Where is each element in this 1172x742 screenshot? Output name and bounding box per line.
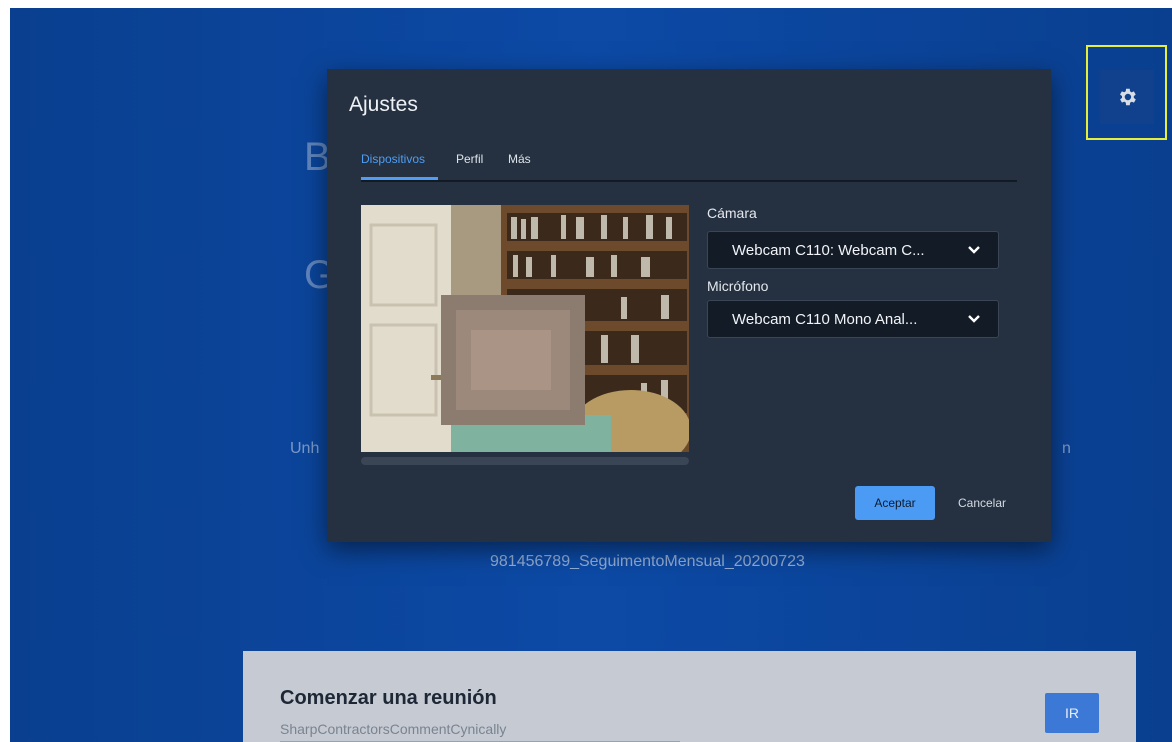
camera-select-value: Webcam C110: Webcam C... — [732, 242, 925, 259]
dialog-title: Ajustes — [349, 93, 418, 116]
microphone-select-value: Webcam C110 Mono Anal... — [732, 311, 918, 328]
room-name-text: 981456789_SeguimentoMensual_20200723 — [490, 553, 805, 570]
settings-dialog: Ajustes Dispositivos Perfil Más Cámara W… — [327, 69, 1051, 542]
tab-devices[interactable]: Dispositivos — [361, 152, 425, 166]
settings-button[interactable] — [1100, 70, 1154, 124]
camera-label: Cámara — [707, 205, 757, 221]
accept-button[interactable]: Aceptar — [855, 486, 935, 520]
microphone-label: Micrófono — [707, 278, 769, 294]
camera-preview-image — [361, 205, 689, 452]
tab-bar: Dispositivos Perfil Más — [361, 152, 1017, 182]
audio-level-bar — [361, 457, 689, 465]
active-tab-indicator — [361, 177, 438, 180]
tab-more[interactable]: Más — [508, 152, 531, 166]
chevron-down-icon — [968, 246, 980, 254]
go-button[interactable]: IR — [1045, 693, 1099, 733]
chevron-down-icon — [968, 315, 980, 323]
background-subtitle-fragment: Unh — [290, 440, 320, 457]
microphone-select[interactable]: Webcam C110 Mono Anal... — [707, 300, 999, 338]
camera-preview — [361, 205, 689, 452]
tab-profile[interactable]: Perfil — [456, 152, 483, 166]
meeting-title: Comenzar una reunión — [280, 687, 497, 709]
start-meeting-panel: Comenzar una reunión SharpContractorsCom… — [243, 651, 1136, 742]
cancel-button[interactable]: Cancelar — [947, 486, 1017, 520]
gear-icon — [1120, 88, 1136, 106]
background-subtitle-fragment: n — [1062, 440, 1071, 457]
camera-select[interactable]: Webcam C110: Webcam C... — [707, 231, 999, 269]
room-name-input[interactable]: SharpContractorsCommentCynically — [280, 721, 680, 742]
